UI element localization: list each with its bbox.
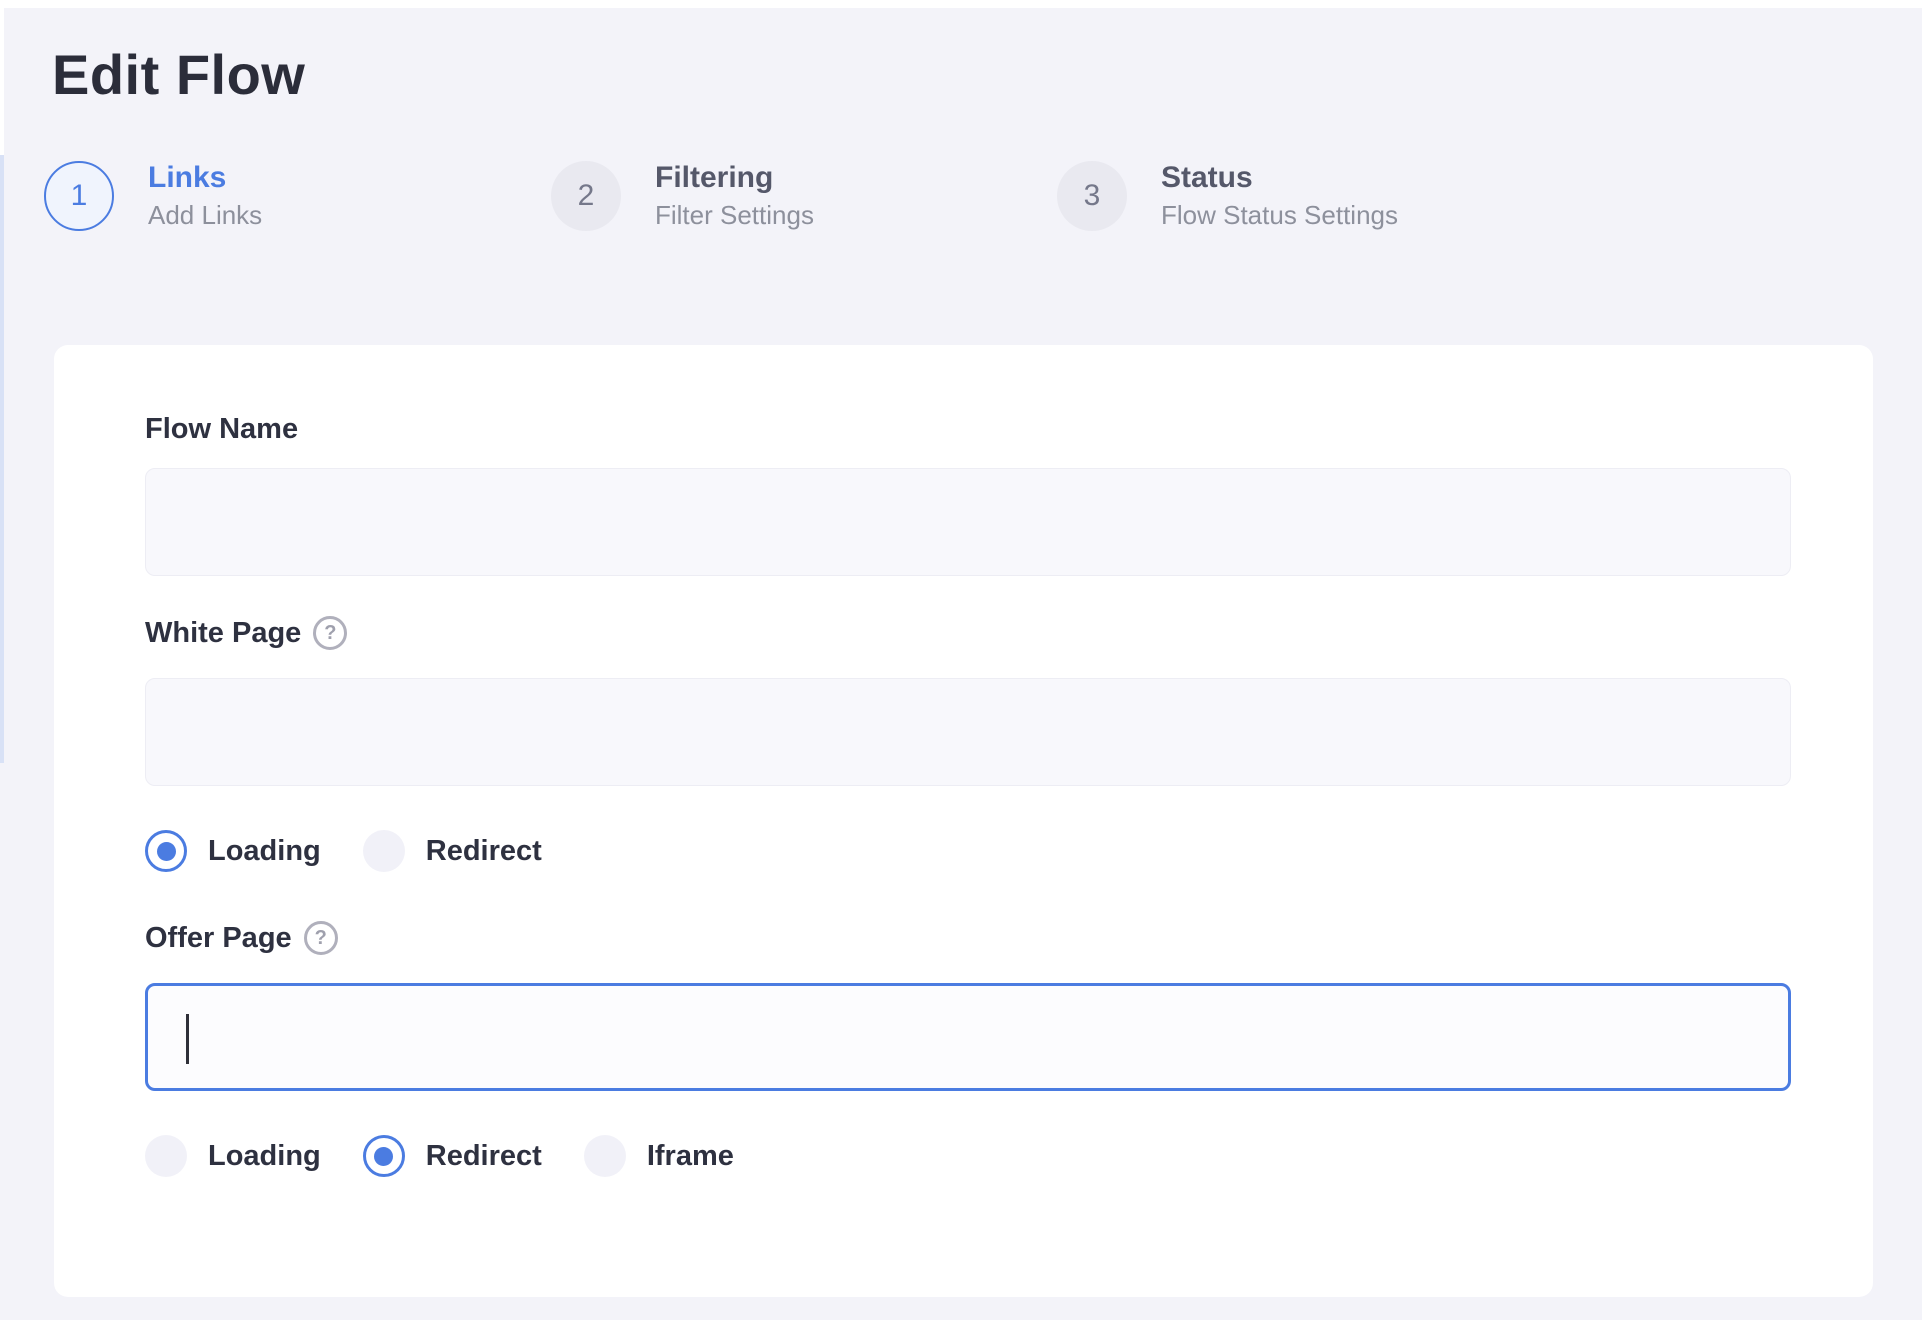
flow-name-label-row: Flow Name	[145, 413, 298, 446]
step-text-filtering: Filtering Filter Settings	[655, 160, 814, 232]
radio-dot-icon	[374, 1147, 393, 1166]
question-mark-circle-icon[interactable]: ?	[313, 616, 347, 650]
left-edge-scrollbar-strip	[0, 155, 4, 763]
radio-dot-icon	[157, 842, 176, 861]
step-subtitle-filtering: Filter Settings	[655, 199, 814, 232]
offer-page-input[interactable]	[145, 983, 1791, 1091]
step-number-1: 1	[71, 179, 88, 213]
radio-label-offer-page-redirect: Redirect	[426, 1140, 542, 1173]
radio-offer-page-iframe[interactable]	[584, 1135, 626, 1177]
page-title: Edit Flow	[52, 42, 305, 107]
stepper-step-filtering[interactable]: 2 Filtering Filter Settings	[551, 160, 814, 232]
text-cursor	[186, 1014, 189, 1064]
step-subtitle-status: Flow Status Settings	[1161, 199, 1398, 232]
radio-label-white-page-loading: Loading	[208, 835, 321, 868]
step-number-2: 2	[578, 179, 595, 213]
offer-page-label-row: Offer Page ?	[145, 921, 338, 955]
step-title-status: Status	[1161, 160, 1398, 196]
radio-offer-page-loading[interactable]	[145, 1135, 187, 1177]
radio-white-page-loading[interactable]	[145, 830, 187, 872]
top-edge-strip	[0, 0, 1922, 8]
step-number-badge-3: 3	[1057, 161, 1127, 231]
radio-offer-page-redirect[interactable]	[363, 1135, 405, 1177]
left-edge-strip-white	[0, 8, 4, 155]
white-page-input[interactable]	[145, 678, 1791, 786]
flow-name-label: Flow Name	[145, 413, 298, 446]
question-mark-circle-icon[interactable]: ?	[304, 921, 338, 955]
offer-page-mode-radio-group: Loading Redirect Iframe	[145, 1134, 776, 1178]
step-number-badge-1: 1	[44, 161, 114, 231]
radio-label-offer-page-iframe: Iframe	[647, 1140, 734, 1173]
radio-white-page-redirect[interactable]	[363, 830, 405, 872]
step-title-links: Links	[148, 160, 262, 196]
step-subtitle-links: Add Links	[148, 199, 262, 232]
step-title-filtering: Filtering	[655, 160, 814, 196]
step-text-links: Links Add Links	[148, 160, 262, 232]
radio-label-offer-page-loading: Loading	[208, 1140, 321, 1173]
step-number-badge-2: 2	[551, 161, 621, 231]
edit-flow-form-card: Flow Name White Page ? Loading Redirect …	[54, 345, 1873, 1297]
offer-page-label: Offer Page	[145, 922, 292, 955]
flow-name-input[interactable]	[145, 468, 1791, 576]
white-page-label: White Page	[145, 617, 301, 650]
white-page-mode-radio-group: Loading Redirect	[145, 829, 584, 873]
step-text-status: Status Flow Status Settings	[1161, 160, 1398, 232]
radio-label-white-page-redirect: Redirect	[426, 835, 542, 868]
stepper-step-status[interactable]: 3 Status Flow Status Settings	[1057, 160, 1398, 232]
step-number-3: 3	[1084, 179, 1101, 213]
stepper-step-links[interactable]: 1 Links Add Links	[44, 160, 262, 232]
white-page-label-row: White Page ?	[145, 616, 347, 650]
